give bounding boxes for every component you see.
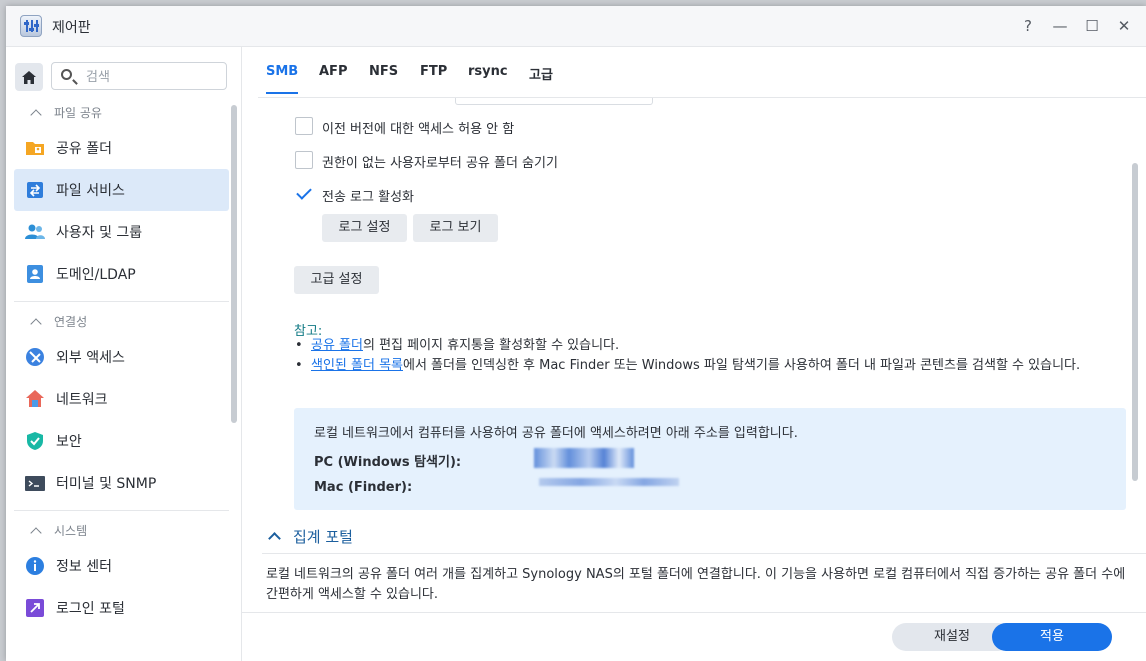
sidebar-item-info-center[interactable]: 정보 센터 <box>14 545 229 587</box>
search-input[interactable] <box>84 67 218 87</box>
section-label: 파일 공유 <box>54 106 102 120</box>
security-shield-icon <box>24 430 46 452</box>
dropdown-edge <box>455 98 653 105</box>
sidebar-item-label: 공유 폴더 <box>56 141 112 157</box>
hide-shares-label: 권한이 없는 사용자로부터 공유 폴더 숨기기 <box>322 156 558 171</box>
tab-smb[interactable]: SMB <box>266 64 299 94</box>
shared-folder-icon <box>24 137 46 159</box>
tab-nfs[interactable]: NFS <box>369 64 398 79</box>
note-text: 에서 폴더를 인덱싱한 후 Mac Finder 또는 Windows 파일 탐… <box>403 358 1081 373</box>
sidebar-item-label: 파일 서비스 <box>56 183 125 199</box>
aggregation-portal-header[interactable]: 집계 포털 <box>266 526 353 547</box>
settings-content: 이전 버전에 대한 액세스 허용 안 함 권한이 없는 사용자로부터 공유 폴더… <box>242 98 1146 616</box>
help-button[interactable]: ? <box>1017 15 1039 37</box>
aggregation-portal-description: 로컬 네트워크의 공유 폴더 여러 개를 집계하고 Synology NAS의 … <box>266 567 1126 602</box>
user-group-icon <box>24 221 46 243</box>
tab-bar: SMB AFP NFS FTP rsync 고급 <box>258 47 1146 98</box>
chevron-up-icon <box>30 109 42 121</box>
sidebar-item-label: 터미널 및 SNMP <box>56 476 157 492</box>
sidebar-scrollbar[interactable] <box>231 105 237 423</box>
sidebar-item-label: 외부 액세스 <box>56 350 125 366</box>
sidebar-item-label: 도메인/LDAP <box>56 267 136 283</box>
sidebar-item-network[interactable]: 네트워크 <box>14 378 229 420</box>
sidebar-item-label: 로그인 포털 <box>56 601 125 617</box>
mac-address-label: Mac (Finder): <box>314 480 413 495</box>
sidebar-item-security[interactable]: 보안 <box>14 420 229 462</box>
main-panel: SMB AFP NFS FTP rsync 고급 이전 버전에 대한 액세스 허… <box>242 47 1146 661</box>
indexed-folder-link[interactable]: 색인된 폴더 목록 <box>311 358 403 373</box>
sidebar-nav: 파일 공유 공유 폴더 파일 서비스 사용자 및 그룹 도메인/LDAP 연결성… <box>14 99 229 629</box>
mac-address-redacted <box>539 478 679 486</box>
info-center-icon <box>24 555 46 577</box>
tab-ftp[interactable]: FTP <box>420 64 447 79</box>
pc-address-redacted <box>534 448 634 468</box>
external-access-icon <box>24 346 46 368</box>
sidebar-item-terminal-snmp[interactable]: 터미널 및 SNMP <box>14 462 229 504</box>
home-button[interactable] <box>15 63 43 91</box>
file-services-icon <box>24 179 46 201</box>
sidebar-item-domain-ldap[interactable]: 도메인/LDAP <box>14 253 229 295</box>
maximize-button[interactable]: ☐ <box>1081 15 1103 37</box>
hide-shares-checkbox[interactable] <box>295 151 313 169</box>
sidebar-item-shared-folder[interactable]: 공유 폴더 <box>14 127 229 169</box>
section-label: 연결성 <box>54 315 88 329</box>
window-title: 제어판 <box>52 20 91 36</box>
transfer-log-label: 전송 로그 활성화 <box>322 190 414 205</box>
terminal-icon <box>24 472 46 494</box>
sidebar-section-connectivity[interactable]: 연결성 <box>14 308 229 336</box>
divider <box>262 553 1146 554</box>
control-panel-icon <box>20 15 42 37</box>
sidebar-item-user-group[interactable]: 사용자 및 그룹 <box>14 211 229 253</box>
advanced-settings-button[interactable]: 고급 설정 <box>294 266 379 294</box>
info-text: 로컬 네트워크에서 컴퓨터를 사용하여 공유 폴더에 액세스하려면 아래 주소를… <box>314 426 798 441</box>
content-scrollbar[interactable] <box>1132 163 1138 481</box>
control-panel-window: 제어판 ? — ☐ ✕ 파일 공유 공유 폴더 <box>6 6 1146 661</box>
search-icon <box>61 69 72 80</box>
network-icon <box>24 388 46 410</box>
sidebar-item-external-access[interactable]: 외부 액세스 <box>14 336 229 378</box>
note-item: 색인된 폴더 목록에서 폴더를 인덱싱한 후 Mac Finder 또는 Win… <box>295 356 1119 376</box>
sidebar-item-file-services[interactable]: 파일 서비스 <box>14 169 229 211</box>
sidebar: 파일 공유 공유 폴더 파일 서비스 사용자 및 그룹 <box>6 47 242 661</box>
transfer-log-checkbox[interactable] <box>295 185 313 203</box>
close-button[interactable]: ✕ <box>1113 15 1135 37</box>
divider <box>14 301 229 302</box>
domain-ldap-icon <box>24 263 46 285</box>
divider <box>14 510 229 511</box>
tab-advanced[interactable]: 고급 <box>529 64 553 83</box>
tab-afp[interactable]: AFP <box>319 64 347 79</box>
prev-versions-label: 이전 버전에 대한 액세스 허용 안 함 <box>322 122 515 137</box>
chevron-up-icon <box>30 527 42 539</box>
sidebar-item-label: 보안 <box>56 434 82 450</box>
section-label: 시스템 <box>54 524 88 538</box>
note-item: 공유 폴더의 편집 페이지 휴지통을 활성화할 수 있습니다. <box>295 336 1119 356</box>
view-log-button[interactable]: 로그 보기 <box>413 214 498 242</box>
sidebar-item-label: 네트워크 <box>56 392 108 408</box>
sidebar-section-system[interactable]: 시스템 <box>14 517 229 545</box>
apply-button[interactable]: 적용 <box>992 623 1112 651</box>
sidebar-item-label: 사용자 및 그룹 <box>56 225 143 241</box>
footer-bar: 재설정 적용 <box>242 612 1146 661</box>
pc-address-label: PC (Windows 탐색기): <box>314 455 462 470</box>
note-text: 의 편집 페이지 휴지통을 활성화할 수 있습니다. <box>362 338 620 353</box>
address-info-box: 로컬 네트워크에서 컴퓨터를 사용하여 공유 폴더에 액세스하려면 아래 주소를… <box>294 408 1126 510</box>
prev-versions-checkbox[interactable] <box>295 117 313 135</box>
title-bar: 제어판 ? — ☐ ✕ <box>6 6 1146 47</box>
log-settings-button[interactable]: 로그 설정 <box>322 214 407 242</box>
aggregation-portal-title: 집계 포털 <box>293 528 353 546</box>
search-field[interactable] <box>51 62 227 90</box>
tab-rsync[interactable]: rsync <box>468 64 508 79</box>
shared-folder-link[interactable]: 공유 폴더 <box>311 338 363 353</box>
sidebar-item-login-portal[interactable]: 로그인 포털 <box>14 587 229 629</box>
minimize-button[interactable]: — <box>1049 15 1071 37</box>
chevron-up-icon <box>30 318 42 330</box>
home-icon <box>22 70 36 84</box>
login-portal-icon <box>24 597 46 619</box>
sidebar-section-file-sharing[interactable]: 파일 공유 <box>14 99 229 127</box>
chevron-up-icon <box>268 532 281 545</box>
sidebar-item-label: 정보 센터 <box>56 559 112 575</box>
